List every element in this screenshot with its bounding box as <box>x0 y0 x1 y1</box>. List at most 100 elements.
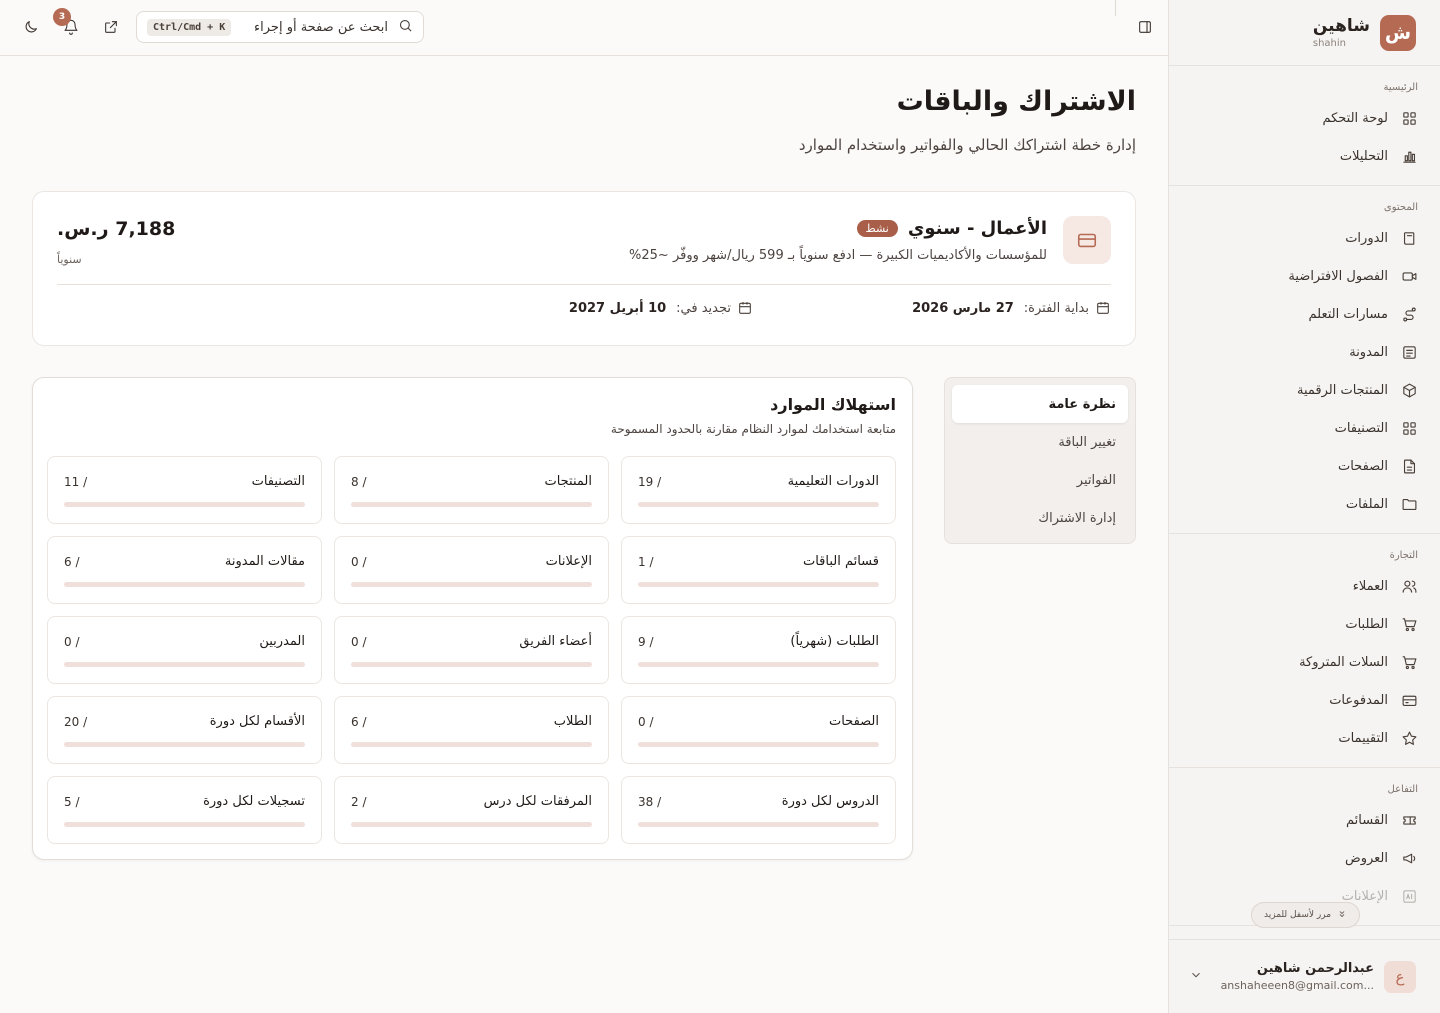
sidebar-item[interactable]: الملفات <box>1169 485 1440 523</box>
sidebar-item[interactable]: الفصول الافتراضية <box>1169 257 1440 295</box>
usage-metric-card: الدروس لكل دورة 38 / <box>621 776 896 844</box>
brand-text: شاهين shahin <box>1313 16 1370 49</box>
usage-metric-card: الطلاب 6 / <box>334 696 609 764</box>
metric-value: 11 / <box>64 475 88 489</box>
sidebar-item-label: الصفحات <box>1337 458 1388 474</box>
folder-icon <box>1400 495 1418 513</box>
usage-metric-card: الأقسام لكل دورة 20 / <box>47 696 322 764</box>
sidebar-item[interactable]: القسائم <box>1169 801 1440 839</box>
open-site-button[interactable] <box>103 19 121 37</box>
usage-metric-card: الإعلانات 0 / <box>334 536 609 604</box>
metric-progress-bar <box>351 822 592 827</box>
sidebar-item[interactable]: المدونة <box>1169 333 1440 371</box>
nav-section-title: التجارة <box>1389 550 1418 561</box>
metric-progress-bar <box>64 582 305 587</box>
search-input[interactable]: ابحث عن صفحة أو إجراء Ctrl/Cmd + K <box>136 11 424 43</box>
file-icon <box>1400 457 1418 475</box>
divider <box>57 284 1111 285</box>
avatar: ع <box>1384 960 1416 993</box>
chevron-down-icon <box>1189 967 1203 986</box>
period-start-label: بداية الفترة: <box>1023 300 1089 316</box>
sidebar-item[interactable]: المنتجات الرقمية <box>1169 371 1440 409</box>
usage-metric-card: قسائم الباقات 1 / <box>621 536 896 604</box>
metric-progress-bar <box>638 502 879 507</box>
dashboard-icon <box>1400 109 1418 127</box>
sidebar-item-label: المدونة <box>1349 344 1388 360</box>
sidebar-item-label: الطلبات <box>1345 616 1388 632</box>
sidebar-item-label: الفصول الافتراضية <box>1288 268 1388 284</box>
metric-value: 5 / <box>64 795 80 809</box>
nav-section: الرئيسية لوحة التحكم التحليلات <box>1169 66 1440 186</box>
plan-price: 7,188 ر.س. <box>57 218 176 240</box>
brand[interactable]: ش شاهين shahin <box>1169 0 1440 66</box>
user-menu[interactable]: ع عبدالرحمن شاهين anshaheeen8@gmail.com.… <box>1169 939 1440 1013</box>
sidebar-item[interactable]: الصفحات <box>1169 447 1440 485</box>
sidebar-toggle-button[interactable] <box>1137 19 1155 37</box>
sidebar-item-label: الملفات <box>1345 496 1388 512</box>
sidebar-item-label: المنتجات الرقمية <box>1296 382 1388 398</box>
metric-value: 19 / <box>638 475 662 489</box>
dark-mode-toggle[interactable] <box>23 19 41 37</box>
usage-metric-card: الدورات التعليمية 19 / <box>621 456 896 524</box>
sidebar-item[interactable]: الطلبات <box>1169 605 1440 643</box>
metric-label: الطلاب <box>553 714 592 729</box>
brand-subtitle: shahin <box>1312 38 1346 49</box>
sidebar-item[interactable]: المدفوعات <box>1169 681 1440 719</box>
tab-change-plan[interactable]: تغيير الباقة <box>952 423 1128 461</box>
sidebar-item[interactable]: مسارات التعلم <box>1169 295 1440 333</box>
metric-label: التصنيفات <box>251 474 305 489</box>
sidebar-item-label: القسائم <box>1346 812 1388 828</box>
sidebar-item[interactable]: التقييمات <box>1169 719 1440 757</box>
sidebar-item[interactable]: العملاء <box>1169 567 1440 605</box>
tab-manage-subscription[interactable]: إدارة الاشتراك <box>952 499 1128 537</box>
metric-label: الدورات التعليمية <box>787 474 879 489</box>
sidebar-item-label: لوحة التحكم <box>1322 110 1388 126</box>
top-bar: 3 ابحث عن صفحة أو إجراء Ctrl/Cmd + K <box>0 0 1168 56</box>
plan-status-badge: نشط <box>856 220 898 237</box>
sidebar-item[interactable]: التحليلات <box>1169 137 1440 175</box>
sidebar-item[interactable]: التصنيفات <box>1169 409 1440 447</box>
cart-icon <box>1400 615 1418 633</box>
usage-metric-card: مقالات المدونة 6 / <box>47 536 322 604</box>
tab-overview[interactable]: نظرة عامة <box>952 385 1128 423</box>
book-icon <box>1400 229 1418 247</box>
renewal-label: تجديد في: <box>676 300 731 316</box>
metric-label: الأقسام لكل دورة <box>209 714 305 729</box>
sidebar-item[interactable]: السلات المتروكة <box>1169 643 1440 681</box>
metric-label: الصفحات <box>828 714 879 729</box>
nav-section-title: التفاعل <box>1387 784 1419 795</box>
page-title: الاشتراك والباقات <box>896 86 1136 117</box>
sidebar-item[interactable]: لوحة التحكم <box>1169 99 1440 137</box>
search-placeholder: ابحث عن صفحة أو إجراء <box>254 19 388 35</box>
nav-section: المحتوى الدورات الفصول الافتراضية مسارات ال… <box>1169 186 1440 534</box>
metric-label: قسائم الباقات <box>802 554 879 569</box>
usage-metric-card: الصفحات 0 / <box>621 696 896 764</box>
scroll-more-label: مرر لأسفل للمزيد <box>1264 910 1332 920</box>
user-name: عبدالرحمن شاهين <box>1256 961 1374 976</box>
metric-progress-bar <box>638 582 879 587</box>
metric-value: 0 / <box>638 715 654 729</box>
metric-progress-bar <box>64 822 305 827</box>
sidebar-item[interactable]: الدورات <box>1169 219 1440 257</box>
grid-icon <box>1400 419 1418 437</box>
usage-metrics-grid: الدورات التعليمية 19 / المنتجات 8 / التصنيفا… <box>47 456 896 844</box>
route-icon <box>1400 305 1418 323</box>
sidebar-item-label: التقييمات <box>1338 730 1388 746</box>
metric-value: 8 / <box>351 475 367 489</box>
user-email: anshaheeen8@gmail.com... <box>1220 979 1374 992</box>
metric-value: 20 / <box>64 715 88 729</box>
sidebar-item-label: التحليلات <box>1339 148 1388 164</box>
metric-label: المرفقات لكل درس <box>483 794 592 809</box>
sidebar-nav: الرئيسية لوحة التحكم التحليلات المحتوى الدور… <box>1169 66 1440 939</box>
newspaper-icon <box>1400 343 1418 361</box>
tab-invoices[interactable]: الفواتير <box>952 461 1128 499</box>
megaphone-icon <box>1400 849 1418 867</box>
plan-description: للمؤسسات والأكاديميات الكبيرة — ادفع سنو… <box>629 248 1047 263</box>
renewal-date: تجديد في: 10 أبريل 2027 <box>569 300 753 316</box>
resource-usage-card: استهلاك الموارد متابعة استخدامك لموارد ا… <box>32 377 913 860</box>
sidebar-item[interactable]: العروض <box>1169 839 1440 877</box>
scroll-more-hint[interactable]: مرر لأسفل للمزيد <box>1251 902 1361 928</box>
usage-metric-card: التصنيفات 11 / <box>47 456 322 524</box>
metric-value: 1 / <box>638 555 654 569</box>
users-icon <box>1400 577 1418 595</box>
